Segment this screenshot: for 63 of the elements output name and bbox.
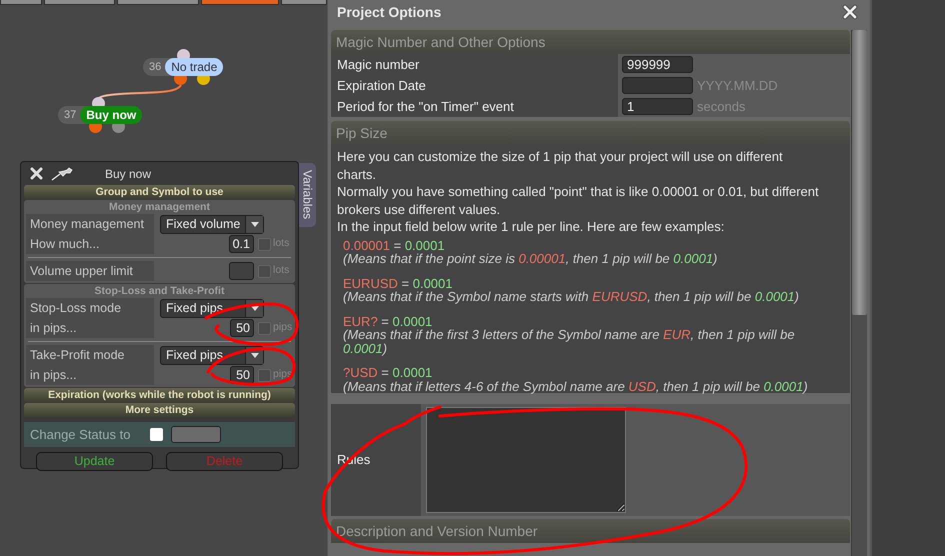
tab[interactable] xyxy=(0,0,42,5)
rule-example: EURUSD = 0.0001 xyxy=(343,276,454,290)
side-tab[interactable]: Variables xyxy=(299,163,316,227)
rule-example: 0.00001 = 0.0001 xyxy=(343,238,446,252)
example-note: (Means that if the point size is 0.00001, then 1 pip will be 0.0001) xyxy=(343,252,718,266)
checkbox[interactable] xyxy=(258,264,271,278)
number-field[interactable]: 50 xyxy=(230,319,254,337)
status-field[interactable] xyxy=(171,426,222,443)
tab[interactable] xyxy=(117,0,199,5)
paragraph: Here you can customize the size of 1 pip that your project will use on different charts. xyxy=(337,148,784,183)
section-header[interactable]: Description and Version Number xyxy=(331,519,850,543)
number-field[interactable] xyxy=(229,262,254,280)
field-label: Expiration Date xyxy=(331,75,618,96)
update-button[interactable]: Update xyxy=(36,452,153,471)
scrollbar-thumb[interactable] xyxy=(852,30,867,315)
section-header[interactable]: Pip Size xyxy=(331,121,850,145)
rule-example: ?USD = 0.0001 xyxy=(343,366,434,380)
rule-example: EUR? = 0.0001 xyxy=(343,314,434,328)
setting-label: Money management xyxy=(26,214,154,234)
tab[interactable] xyxy=(281,0,327,5)
setting-label: in pips... xyxy=(26,365,154,385)
group-title: Money management xyxy=(108,200,211,214)
section-header[interactable]: Group and Symbol to use xyxy=(24,185,295,199)
setting-label: How much... xyxy=(26,234,154,254)
field-label: Period for the "on Timer" event xyxy=(331,96,618,117)
input-field[interactable] xyxy=(622,77,693,94)
rules-textarea[interactable] xyxy=(426,407,626,513)
input-field[interactable]: 1 xyxy=(622,98,693,115)
number-field[interactable]: 50 xyxy=(230,366,254,384)
example-note: (Means that if the Symbol name starts with EURUSD, then 1 pip will be 0.0001) xyxy=(343,290,800,304)
panel-title: Buy now xyxy=(105,166,152,182)
checkbox[interactable] xyxy=(150,428,164,441)
section-header[interactable]: Magic Number and Other Options xyxy=(331,30,850,54)
checkbox[interactable] xyxy=(258,238,271,250)
setting-label: Volume upper limit xyxy=(26,261,154,281)
group-title: Stop-Loss and Take-Profit xyxy=(94,284,226,298)
close-icon[interactable] xyxy=(842,4,858,20)
checkbox[interactable] xyxy=(258,322,271,334)
paragraph: Normally you have something called "point" that is like 0.00001 or 0.01, but different brokers use different values. xyxy=(337,183,820,218)
status-label: Change Status to xyxy=(30,426,130,444)
input-field[interactable]: 999999 xyxy=(622,56,693,73)
dropdown[interactable]: Fixed volume xyxy=(160,214,264,234)
paragraph: In the input field below write 1 rule per line. Here are few examples: xyxy=(337,218,726,236)
dialog-title: Project Options xyxy=(337,2,442,22)
field-label: Magic number xyxy=(331,54,618,75)
example-note: (Means that if letters 4-6 of the Symbol name are USD, then 1 pip will be 0.0001) xyxy=(343,380,809,393)
node-block[interactable]: No trade xyxy=(165,58,224,76)
setting-label: in pips... xyxy=(26,318,154,338)
section-header[interactable]: More settings xyxy=(24,403,295,417)
example-note: (Means that if the first 3 letters of the Symbol name are EUR, then 1 pip will be 0.0001) xyxy=(343,328,796,355)
pin-icon[interactable] xyxy=(51,166,73,180)
caret-icon xyxy=(250,222,258,226)
caret-icon xyxy=(250,352,258,358)
dropdown[interactable]: Fixed pips xyxy=(160,346,264,364)
tab[interactable] xyxy=(201,0,279,5)
number-field[interactable]: 0.1 xyxy=(228,235,254,253)
checkbox[interactable] xyxy=(258,368,271,382)
setting-label: Stop-Loss mode xyxy=(26,298,154,318)
node-block[interactable]: Buy now xyxy=(80,106,142,124)
section-header[interactable]: Expiration (works while the robot is running) xyxy=(24,388,295,402)
tab[interactable] xyxy=(44,0,115,5)
caret-icon xyxy=(250,306,258,310)
setting-label: Take-Profit mode xyxy=(26,345,154,365)
